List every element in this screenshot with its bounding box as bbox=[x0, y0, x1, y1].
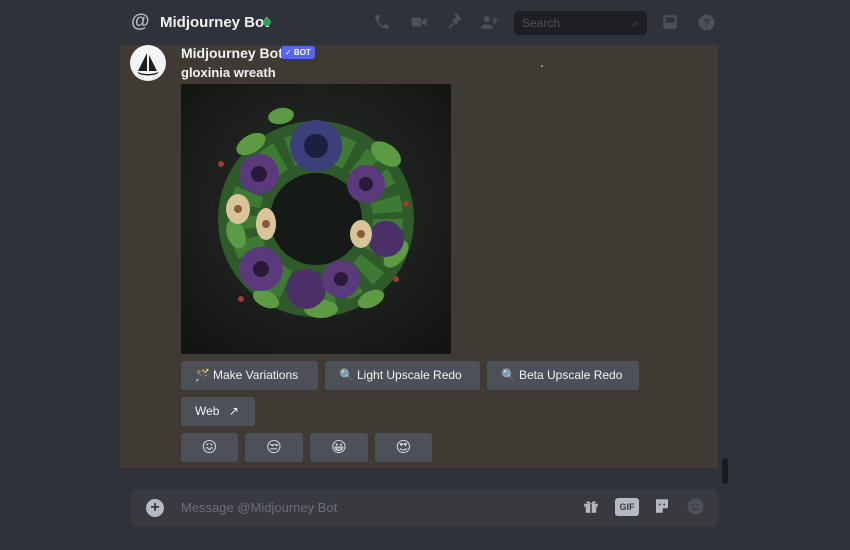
external-link-icon: ↗ bbox=[228, 404, 239, 418]
phone-icon[interactable] bbox=[372, 13, 392, 33]
image-speck bbox=[541, 65, 543, 67]
gift-icon[interactable] bbox=[580, 497, 602, 519]
add-attachment-icon[interactable]: + bbox=[146, 499, 164, 517]
svg-text:?: ? bbox=[703, 17, 710, 29]
scrollbar-track[interactable] bbox=[718, 45, 728, 485]
channel-title: Midjourney Bot bbox=[160, 14, 270, 31]
search-placeholder: Search bbox=[522, 16, 561, 30]
heart-eyes-emoji[interactable]: 😍 bbox=[375, 433, 432, 462]
web-link-button[interactable]: Web ↗ bbox=[181, 397, 255, 426]
message-author[interactable]: Midjourney Bot bbox=[181, 45, 283, 61]
magnifier-icon: 🔍 bbox=[339, 368, 354, 382]
at-icon: @ bbox=[131, 11, 150, 32]
bot-avatar[interactable] bbox=[130, 45, 166, 81]
sticker-icon[interactable] bbox=[651, 497, 673, 519]
grinning-emoji[interactable]: 😀 bbox=[310, 433, 368, 462]
channel-header: @ Midjourney Bot Search ⌕ ? bbox=[0, 0, 850, 45]
beta-upscale-redo-label: Beta Upscale Redo bbox=[519, 368, 623, 382]
search-input[interactable]: Search ⌕ bbox=[514, 11, 647, 35]
search-icon: ⌕ bbox=[632, 16, 639, 30]
magnifier-icon: 🔍 bbox=[501, 368, 516, 382]
gloxinia-wreath-image[interactable] bbox=[181, 84, 451, 354]
beta-upscale-redo-button[interactable]: 🔍 Beta Upscale Redo bbox=[487, 361, 639, 390]
message-input[interactable]: Message @Midjourney Bot bbox=[181, 500, 337, 515]
online-status-dot bbox=[263, 18, 271, 26]
gif-icon[interactable]: GIF bbox=[615, 498, 639, 516]
confounded-emoji[interactable]: 😖 bbox=[181, 433, 238, 462]
bot-badge: ✓ BOT bbox=[281, 46, 315, 59]
unamused-emoji[interactable]: 😒 bbox=[245, 433, 303, 462]
video-icon[interactable] bbox=[409, 13, 429, 33]
emoji-icon[interactable] bbox=[684, 497, 706, 519]
light-upscale-redo-label: Light Upscale Redo bbox=[357, 368, 462, 382]
scrollbar-thumb[interactable] bbox=[722, 458, 728, 484]
message-prompt: gloxinia wreath bbox=[181, 65, 276, 80]
pin-icon[interactable] bbox=[446, 11, 466, 33]
make-variations-button[interactable]: 🪄 Make Variations bbox=[181, 361, 318, 390]
light-upscale-redo-button[interactable]: 🔍 Light Upscale Redo bbox=[325, 361, 480, 390]
help-icon[interactable]: ? bbox=[696, 13, 716, 33]
sparkle-wand-icon: 🪄 bbox=[195, 368, 210, 382]
web-link-label: Web bbox=[195, 404, 220, 418]
make-variations-label: Make Variations bbox=[213, 368, 299, 382]
add-friend-icon[interactable] bbox=[479, 13, 499, 33]
inbox-icon[interactable] bbox=[660, 13, 680, 33]
